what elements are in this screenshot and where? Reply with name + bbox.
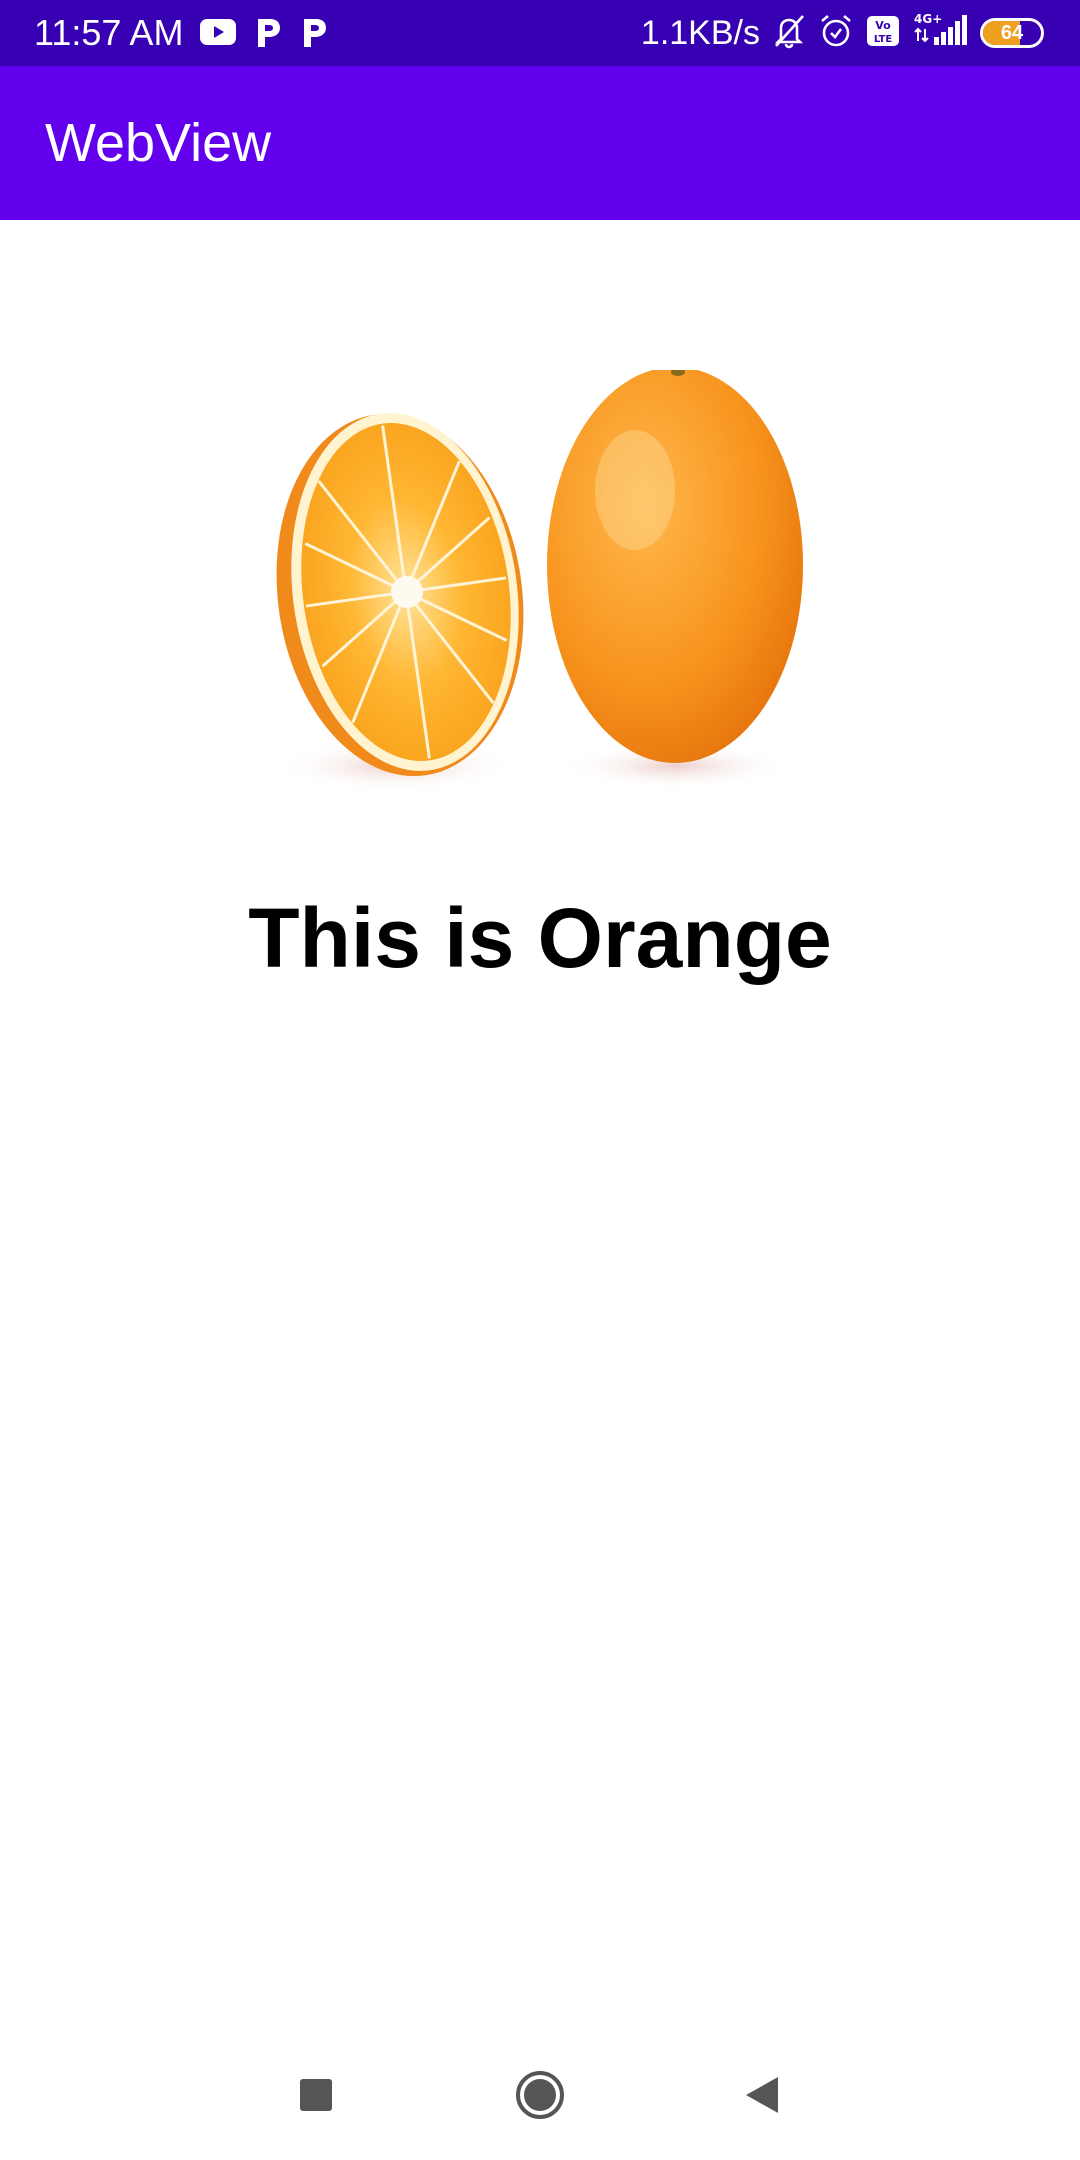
app-bar: WebView bbox=[0, 66, 1080, 220]
p-app-icon bbox=[300, 15, 328, 54]
home-button[interactable] bbox=[505, 2060, 575, 2130]
status-right-group: 1.1KB/s Vo LTE 4G+ 64 bbox=[641, 10, 1044, 56]
recents-button[interactable] bbox=[281, 2060, 351, 2130]
back-button[interactable] bbox=[727, 2060, 797, 2130]
status-bar: 11:57 AM 1.1KB/s Vo LTE 4G+ 64 bbox=[0, 0, 1080, 66]
square-icon bbox=[300, 2079, 332, 2111]
signal-icon: 4G+ bbox=[912, 11, 968, 56]
back-triangle-icon bbox=[746, 2077, 778, 2113]
volte-icon: Vo LTE bbox=[866, 15, 900, 52]
navigation-bar bbox=[0, 2030, 1080, 2160]
svg-text:Vo: Vo bbox=[875, 19, 891, 32]
page-heading: This is Orange bbox=[248, 891, 832, 985]
net-speed: 1.1KB/s bbox=[640, 13, 760, 52]
svg-text:LTE: LTE bbox=[874, 34, 893, 45]
screen: 11:57 AM 1.1KB/s Vo LTE 4G+ 64 WebView T… bbox=[0, 0, 1080, 2160]
webview-content[interactable]: This is Orange bbox=[0, 220, 1080, 2030]
status-time: 11:57 AM bbox=[34, 12, 184, 53]
app-title: WebView bbox=[45, 113, 272, 173]
battery-icon: 64 bbox=[980, 18, 1044, 48]
youtube-icon bbox=[200, 18, 236, 50]
p-app-icon bbox=[254, 15, 282, 54]
network-type: 4G+ bbox=[914, 12, 942, 26]
circle-icon bbox=[516, 2071, 564, 2119]
notification-icons bbox=[200, 14, 328, 54]
alarm-icon bbox=[818, 13, 854, 54]
bell-muted-icon bbox=[772, 13, 806, 54]
orange-image bbox=[265, 367, 815, 820]
battery-level: 64 bbox=[1000, 21, 1024, 44]
